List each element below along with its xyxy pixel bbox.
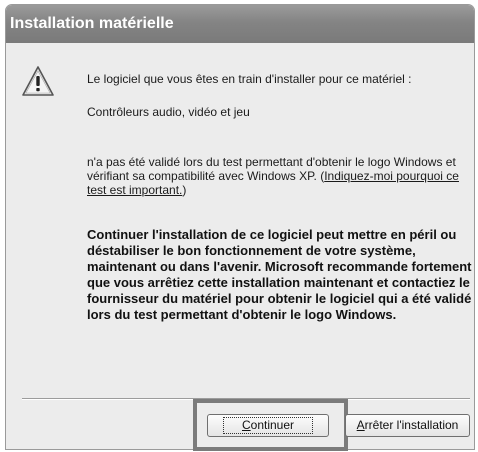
logo-test-text-end: ) bbox=[182, 183, 187, 197]
stop-rest: rrêter l'installation bbox=[364, 418, 459, 432]
dialog-titlebar[interactable]: Installation matérielle bbox=[6, 5, 474, 43]
continue-button[interactable]: Continuer bbox=[207, 414, 329, 437]
warning-icon bbox=[22, 66, 54, 96]
stop-mnemonic: A bbox=[356, 418, 365, 432]
dialog-title: Installation matérielle bbox=[10, 15, 174, 32]
logo-test-text: n'a pas été validé lors du test permetta… bbox=[87, 155, 472, 197]
continue-rest: ontinuer bbox=[250, 418, 295, 432]
stop-button-label: Arrêter l'installation bbox=[357, 418, 459, 432]
device-category: Contrôleurs audio, vidéo et jeu bbox=[87, 105, 250, 119]
installation-dialog: Installation matérielle Le logiciel que … bbox=[5, 4, 475, 450]
stop-installation-button[interactable]: Arrêter l'installation bbox=[345, 414, 470, 437]
continue-mnemonic: C bbox=[241, 418, 251, 432]
warning-message: Continuer l'installation de ce logiciel … bbox=[87, 227, 472, 322]
intro-text: Le logiciel que vous êtes en train d'ins… bbox=[87, 72, 412, 86]
continue-button-label: Continuer bbox=[222, 417, 314, 434]
